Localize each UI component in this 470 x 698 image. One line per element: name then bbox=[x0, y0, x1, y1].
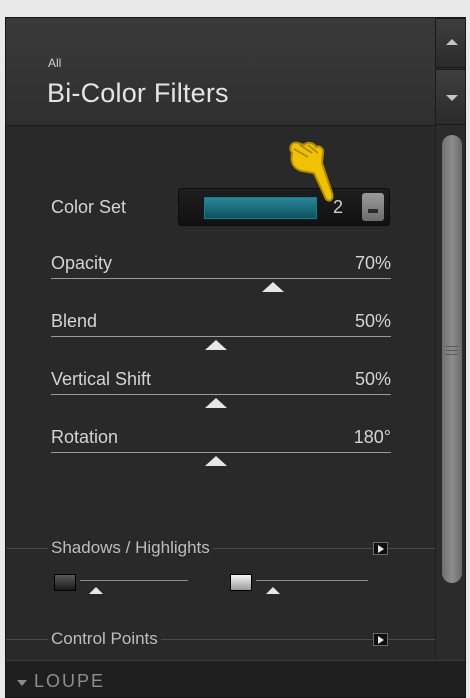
control-points-expand-button[interactable] bbox=[373, 633, 388, 646]
shadows-highlights-label[interactable]: Shadows / Highlights bbox=[48, 538, 213, 558]
bi-color-filters-panel: All Bi-Color Filters Color Set 2 Opacity bbox=[5, 17, 466, 698]
loupe-bar[interactable]: LOUPE bbox=[6, 660, 465, 697]
vertical-shift-track[interactable] bbox=[51, 394, 391, 395]
dropdown-button[interactable] bbox=[362, 193, 384, 221]
breadcrumb[interactable]: All bbox=[48, 56, 61, 70]
rotation-knob[interactable] bbox=[204, 456, 227, 466]
vertical-shift-value: 50% bbox=[354, 369, 391, 389]
vertical-shift-knob[interactable] bbox=[204, 398, 227, 408]
highlights-mini-track[interactable] bbox=[256, 580, 368, 581]
scroll-grip-line bbox=[446, 354, 458, 355]
down-arrow-icon bbox=[446, 95, 458, 101]
rotation-value: 180° bbox=[353, 427, 391, 447]
chevron-down-icon bbox=[368, 209, 378, 213]
scrollbar-track[interactable] bbox=[435, 125, 465, 660]
shadows-mini-track[interactable] bbox=[80, 580, 188, 581]
blend-value: 50% bbox=[354, 311, 391, 331]
shadows-mini-knob[interactable] bbox=[89, 587, 104, 594]
shadows-highlights-expand-button[interactable] bbox=[373, 542, 388, 555]
opacity-track[interactable] bbox=[51, 278, 391, 279]
highlights-mini-knob[interactable] bbox=[265, 587, 280, 594]
scroll-grip-line bbox=[446, 346, 458, 347]
rotation-track[interactable] bbox=[51, 452, 391, 453]
scroll-down-button[interactable] bbox=[435, 69, 465, 125]
up-arrow-icon bbox=[446, 39, 458, 45]
play-arrow-icon bbox=[378, 545, 384, 553]
shadows-chip-icon bbox=[54, 574, 76, 591]
vertical-shift-label: Vertical Shift bbox=[51, 369, 152, 389]
control-points-label[interactable]: Control Points bbox=[48, 629, 161, 649]
opacity-knob[interactable] bbox=[262, 282, 285, 292]
blend-label: Blend bbox=[51, 311, 98, 331]
opacity-label: Opacity bbox=[51, 253, 113, 273]
highlights-chip-icon bbox=[230, 574, 252, 591]
loupe-label: LOUPE bbox=[34, 671, 106, 691]
chevron-down-icon bbox=[17, 680, 27, 686]
blend-knob[interactable] bbox=[204, 340, 227, 350]
opacity-value: 70% bbox=[354, 253, 391, 273]
filter-header: All Bi-Color Filters bbox=[6, 18, 435, 126]
scroll-grip-line bbox=[446, 350, 458, 351]
scroll-up-button[interactable] bbox=[435, 18, 465, 68]
play-arrow-icon bbox=[378, 636, 384, 644]
scrollbar-thumb[interactable] bbox=[442, 135, 462, 583]
page-title: Bi-Color Filters bbox=[47, 78, 229, 108]
blend-track[interactable] bbox=[51, 336, 391, 337]
color-set-label: Color Set bbox=[51, 197, 127, 217]
rotation-label: Rotation bbox=[51, 427, 119, 447]
hand-pointer-icon bbox=[289, 141, 334, 202]
